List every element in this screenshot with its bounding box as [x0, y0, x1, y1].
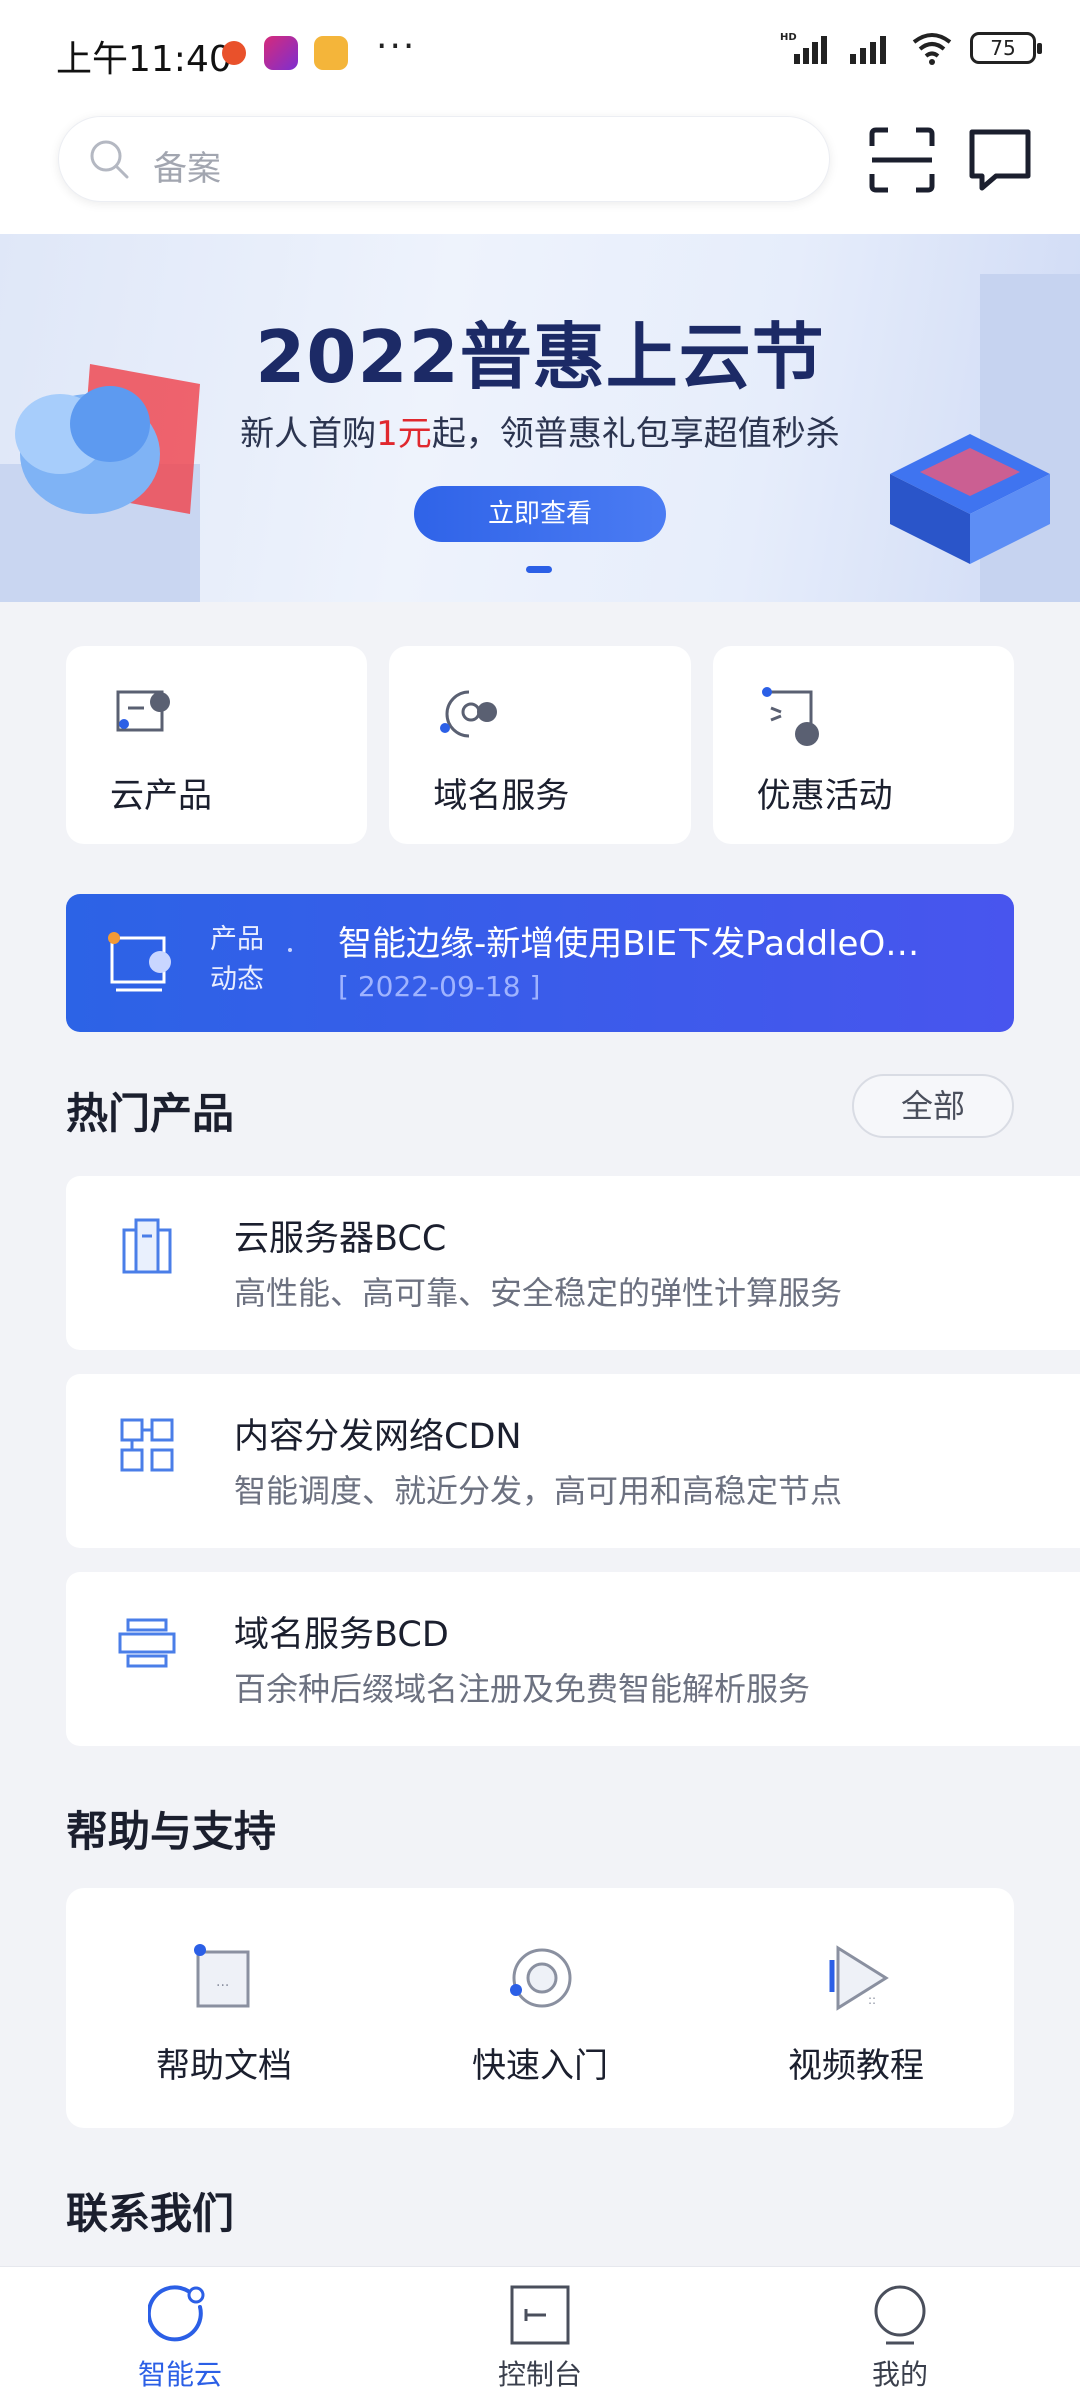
cloud-home-icon — [148, 2285, 205, 2342]
quick-link-cloud-product[interactable]: 云产品 — [66, 646, 368, 844]
product-news-banner[interactable]: 产品 动态 智能边缘-新增使用BIE下发PaddleO… [ 2022-09-1… — [66, 894, 1014, 1032]
help-item-quick-start[interactable]: 快速入门 — [382, 1888, 698, 2128]
help-item-label: 帮助文档 — [156, 2046, 292, 2086]
notes-app-icon — [314, 36, 348, 70]
video-icon: :: — [829, 1945, 889, 2011]
hd-signal-icon: HD — [780, 32, 827, 64]
banner-subtitle-suffix: 起，领普惠礼包享超值秒杀 — [431, 414, 840, 454]
svg-text:::: :: — [868, 1993, 876, 2007]
help-item-label: 快速入门 — [472, 2046, 608, 2086]
news-separator — [288, 948, 292, 952]
monitor-icon — [108, 932, 171, 992]
tab-label: 智能云 — [137, 2358, 222, 2391]
bottom-tab-bar: 智能云 控制台 我的 — [0, 2266, 1080, 2400]
view-now-button[interactable]: 立即查看 — [414, 486, 666, 542]
quick-links: 云产品 域名服务 优惠活动 — [66, 646, 1014, 844]
news-tag-line: 动态 — [210, 964, 264, 995]
all-products-button[interactable]: 全部 — [852, 1074, 1014, 1138]
tab-label: 我的 — [871, 2358, 928, 2391]
help-item-label: 视频教程 — [788, 2046, 924, 2086]
tab-mine[interactable]: 我的 — [720, 2267, 1080, 2400]
bank-app-icon — [264, 36, 298, 70]
profile-icon — [874, 2285, 926, 2345]
message-icon[interactable] — [966, 126, 1034, 194]
wifi-icon — [912, 33, 952, 65]
product-item-bcd[interactable]: 域名服务BCD 百余种后缀域名注册及免费智能解析服务 — [66, 1572, 1080, 1746]
contact-title: 联系我们 — [66, 2189, 235, 2238]
signal-icon — [850, 36, 886, 64]
banner-subtitle: 新人首购1元起，领普惠礼包享超值秒杀 — [0, 406, 1080, 455]
more-notifications-indicator: ··· — [376, 26, 417, 67]
help-support-card: ··· 帮助文档 快速入门 :: 视频教程 — [66, 1888, 1014, 2128]
status-time: 上午11:40 — [56, 39, 232, 80]
search-placeholder: 备案 — [153, 149, 221, 189]
product-name: 域名服务BCD — [234, 1615, 449, 1655]
product-name: 云服务器BCC — [234, 1219, 447, 1259]
news-tag: 产品 动态 — [210, 920, 264, 1000]
news-tag-line: 产品 — [210, 924, 264, 955]
scan-icon[interactable] — [868, 126, 936, 194]
banner-title: 2022普惠上云节 — [255, 315, 825, 399]
banner-subtitle-prefix: 新人首购 — [240, 414, 377, 454]
banner-subtitle-highlight: 1元 — [376, 414, 432, 454]
document-icon: ··· — [194, 1944, 250, 2008]
quick-link-label: 域名服务 — [433, 776, 570, 816]
promo-banner[interactable]: 2022普惠上云节 新人首购1元起，领普惠礼包享超值秒杀 立即查看 — [0, 234, 1080, 602]
news-date: [ 2022-09-18 ] — [338, 970, 541, 1003]
quick-start-icon — [510, 1948, 572, 2008]
domain-service-icon — [440, 690, 498, 738]
tab-label: 控制台 — [497, 2358, 582, 2391]
quick-link-domain-service[interactable]: 域名服务 — [389, 646, 691, 844]
product-description: 百余种后缀域名注册及免费智能解析服务 — [234, 1670, 811, 1708]
help-item-video[interactable]: :: 视频教程 — [698, 1888, 1014, 2128]
svg-text:···: ··· — [216, 1978, 229, 1994]
notification-app-icon — [222, 41, 246, 65]
tab-console[interactable]: 控制台 — [360, 2267, 720, 2400]
carousel-indicator — [526, 566, 552, 573]
quick-link-promotion[interactable]: 优惠活动 — [712, 646, 1014, 844]
top-header: 备案 — [0, 106, 1080, 234]
product-description: 智能调度、就近分发，高可用和高稳定节点 — [234, 1472, 843, 1510]
svg-text:HD: HD — [780, 32, 797, 43]
console-icon — [510, 2285, 570, 2345]
status-indicators: HD 75 — [780, 30, 1042, 66]
search-input[interactable]: 备案 — [58, 116, 830, 202]
hot-products-title: 热门产品 — [66, 1089, 235, 1138]
quick-link-label: 云产品 — [110, 776, 212, 816]
battery-icon: 75 — [970, 32, 1042, 64]
news-title: 智能边缘-新增使用BIE下发PaddleO… — [338, 924, 920, 964]
search-icon — [90, 140, 129, 179]
server-icon — [122, 1218, 172, 1274]
help-title: 帮助与支持 — [66, 1807, 277, 1856]
cdn-grid-icon — [120, 1418, 174, 1472]
product-description: 高性能、高可靠、安全稳定的弹性计算服务 — [234, 1274, 843, 1312]
product-item-cdn[interactable]: 内容分发网络CDN 智能调度、就近分发，高可用和高稳定节点 — [66, 1374, 1080, 1548]
status-bar: 上午11:40 ··· HD 75 — [0, 0, 1080, 106]
help-item-docs[interactable]: ··· 帮助文档 — [66, 1888, 382, 2128]
promotion-icon — [761, 687, 819, 746]
cloud-product-icon — [116, 690, 170, 732]
domain-box-icon — [118, 1618, 176, 1668]
product-name: 内容分发网络CDN — [234, 1417, 522, 1457]
product-item-bcc[interactable]: 云服务器BCC 高性能、高可靠、安全稳定的弹性计算服务 — [66, 1176, 1080, 1350]
tab-smart-cloud[interactable]: 智能云 — [0, 2267, 360, 2400]
quick-link-label: 优惠活动 — [756, 776, 893, 816]
